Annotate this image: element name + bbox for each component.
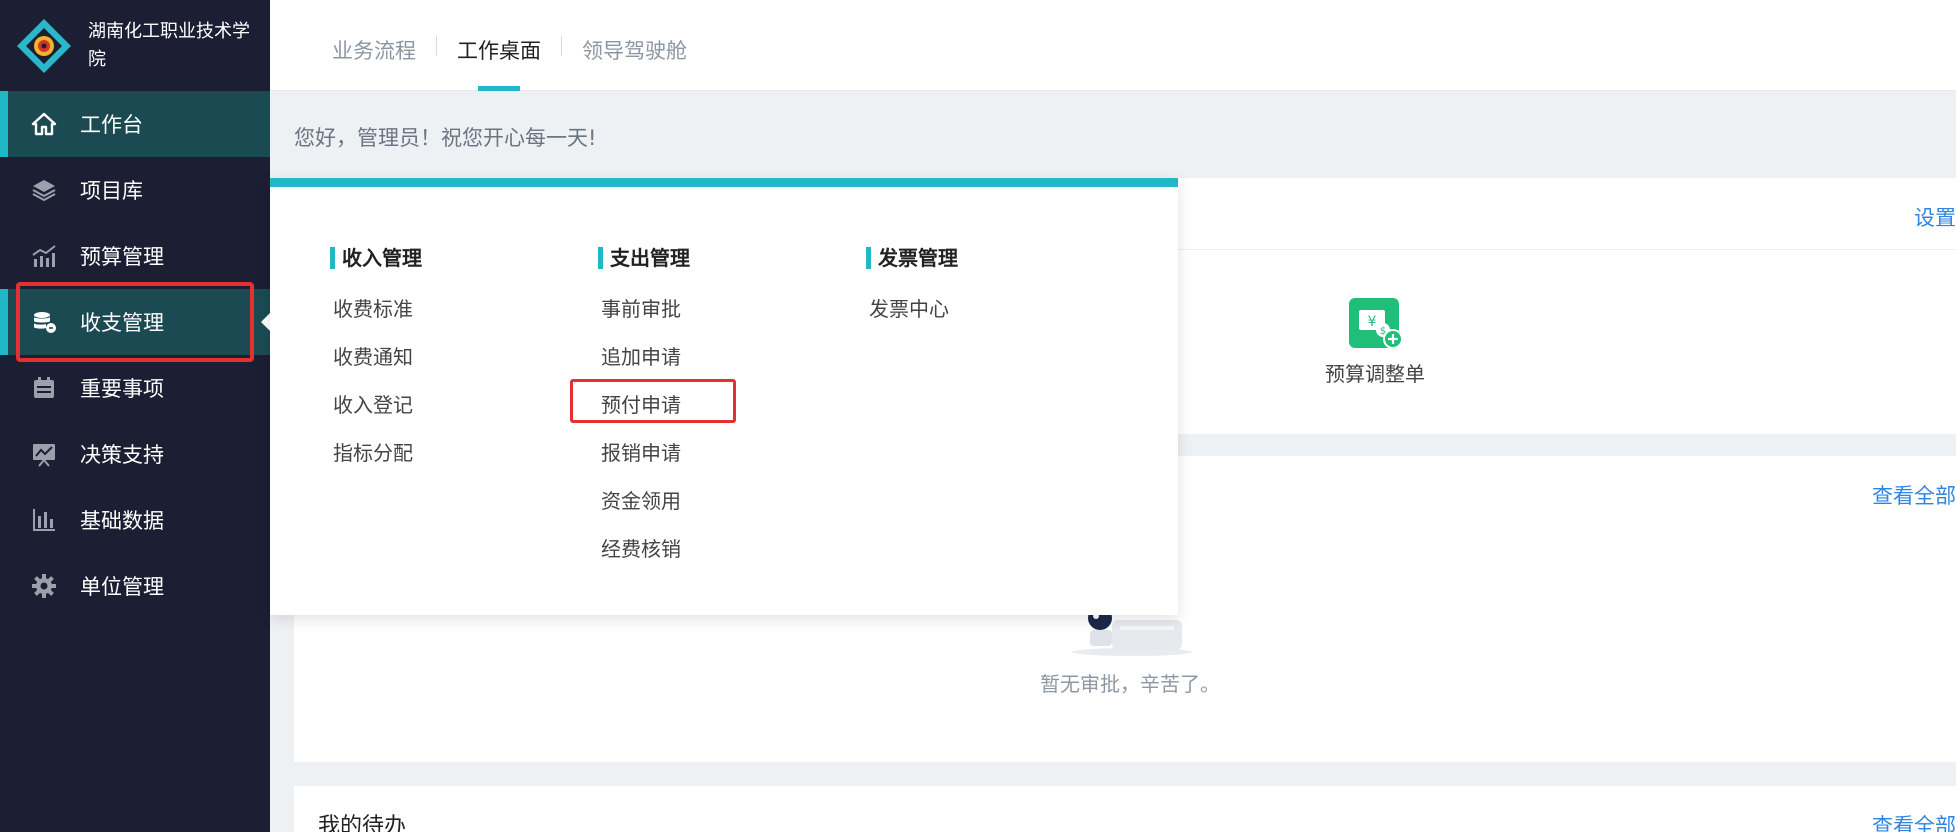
brand-name: 湖南化工职业技术学院 [88, 20, 250, 70]
sidebar-item-important-matters[interactable]: 重要事项 [0, 355, 270, 421]
quick-item-label: 预算调整单 [1325, 362, 1425, 386]
sidebar-item-label: 重要事项 [80, 377, 164, 401]
income-expense-dropdown: 收入管理 收费标准 收费通知 收入登记 指标分配 支出管理 事前审批 追加申请 … [270, 178, 1178, 615]
menu-item-quota-allocation[interactable]: 指标分配 [330, 429, 422, 477]
chart-icon [30, 242, 58, 270]
empty-state-text: 暂无审批，辛苦了。 [1040, 672, 1220, 696]
budget-adjust-icon: ¥ $ [1347, 296, 1403, 350]
menu-item-prepayment-request[interactable]: 预付申请 [598, 381, 690, 429]
menu-item-reimbursement-request[interactable]: 报销申请 [598, 429, 690, 477]
settings-link[interactable]: 设置 [1914, 202, 1956, 232]
gear-icon [30, 572, 58, 600]
my-todo-title: 我的待办 [318, 814, 407, 832]
sidebar-item-label: 预算管理 [80, 245, 164, 269]
sidebar-item-budget[interactable]: 预算管理 [0, 223, 270, 289]
header-tabs: 业务流程 工作桌面 领导驾驶舱 [312, 0, 707, 91]
sidebar-item-workbench[interactable]: 工作台 [0, 91, 270, 157]
column-title: 收入管理 [330, 245, 422, 271]
svg-text:¥: ¥ [1368, 314, 1377, 330]
sidebar-item-income-expense[interactable]: 收支管理 [0, 289, 270, 355]
home-icon [30, 110, 58, 138]
sidebar: 湖南化工职业技术学院 工作台 项目库 预算管理 收支管理 重要事项 决策支持 基… [0, 0, 270, 832]
dropdown-column-income: 收入管理 收费标准 收费通知 收入登记 指标分配 [330, 245, 422, 477]
sidebar-item-unit-management[interactable]: 单位管理 [0, 553, 270, 619]
menu-item-fee-standard[interactable]: 收费标准 [330, 285, 422, 333]
menu-item-invoice-center[interactable]: 发票中心 [866, 285, 958, 333]
dropdown-column-expense: 支出管理 事前审批 追加申请 预付申请 报销申请 资金领用 经费核销 [598, 245, 690, 573]
sidebar-item-basic-data[interactable]: 基础数据 [0, 487, 270, 553]
my-todo-card [294, 786, 1956, 832]
dropdown-column-invoice: 发票管理 发票中心 [866, 245, 958, 333]
tab-leader-cockpit[interactable]: 领导驾驶舱 [562, 0, 707, 91]
menu-item-fee-notice[interactable]: 收费通知 [330, 333, 422, 381]
brand: 湖南化工职业技术学院 [0, 0, 270, 91]
menu-item-expense-writeoff[interactable]: 经费核销 [598, 525, 690, 573]
sidebar-item-label: 收支管理 [80, 311, 164, 335]
sidebar-item-label: 工作台 [80, 113, 143, 137]
sidebar-item-label: 基础数据 [80, 509, 164, 533]
trend-board-icon [30, 440, 58, 468]
coins-icon [30, 308, 58, 336]
sidebar-item-decision-support[interactable]: 决策支持 [0, 421, 270, 487]
sidebar-item-project-library[interactable]: 项目库 [0, 157, 270, 223]
view-all-approvals-link[interactable]: 查看全部 [1872, 480, 1956, 510]
calendar-icon [30, 374, 58, 402]
logo-icon [17, 18, 71, 73]
tab-business-process[interactable]: 业务流程 [312, 0, 436, 91]
top-bar: 业务流程 工作桌面 领导驾驶舱 [270, 0, 1956, 91]
column-title: 发票管理 [866, 245, 958, 271]
sidebar-item-label: 项目库 [80, 179, 143, 203]
greeting-text: 您好，管理员！祝您开心每一天! [294, 126, 597, 150]
quick-item-budget-adjustment[interactable]: ¥ $ 预算调整单 [1320, 296, 1430, 387]
column-title: 支出管理 [598, 245, 690, 271]
sidebar-menu: 工作台 项目库 预算管理 收支管理 重要事项 决策支持 基础数据 单位管理 [0, 91, 270, 619]
sidebar-item-label: 决策支持 [80, 443, 164, 467]
menu-item-income-register[interactable]: 收入登记 [330, 381, 422, 429]
bar-chart-icon [30, 506, 58, 534]
menu-item-fund-collection[interactable]: 资金领用 [598, 477, 690, 525]
sidebar-item-label: 单位管理 [80, 575, 164, 599]
tab-work-desktop[interactable]: 工作桌面 [437, 0, 561, 91]
view-all-todo-link[interactable]: 查看全部 [1872, 810, 1956, 832]
menu-item-pre-approval[interactable]: 事前审批 [598, 285, 690, 333]
layers-icon [30, 176, 58, 204]
menu-item-additional-request[interactable]: 追加申请 [598, 333, 690, 381]
